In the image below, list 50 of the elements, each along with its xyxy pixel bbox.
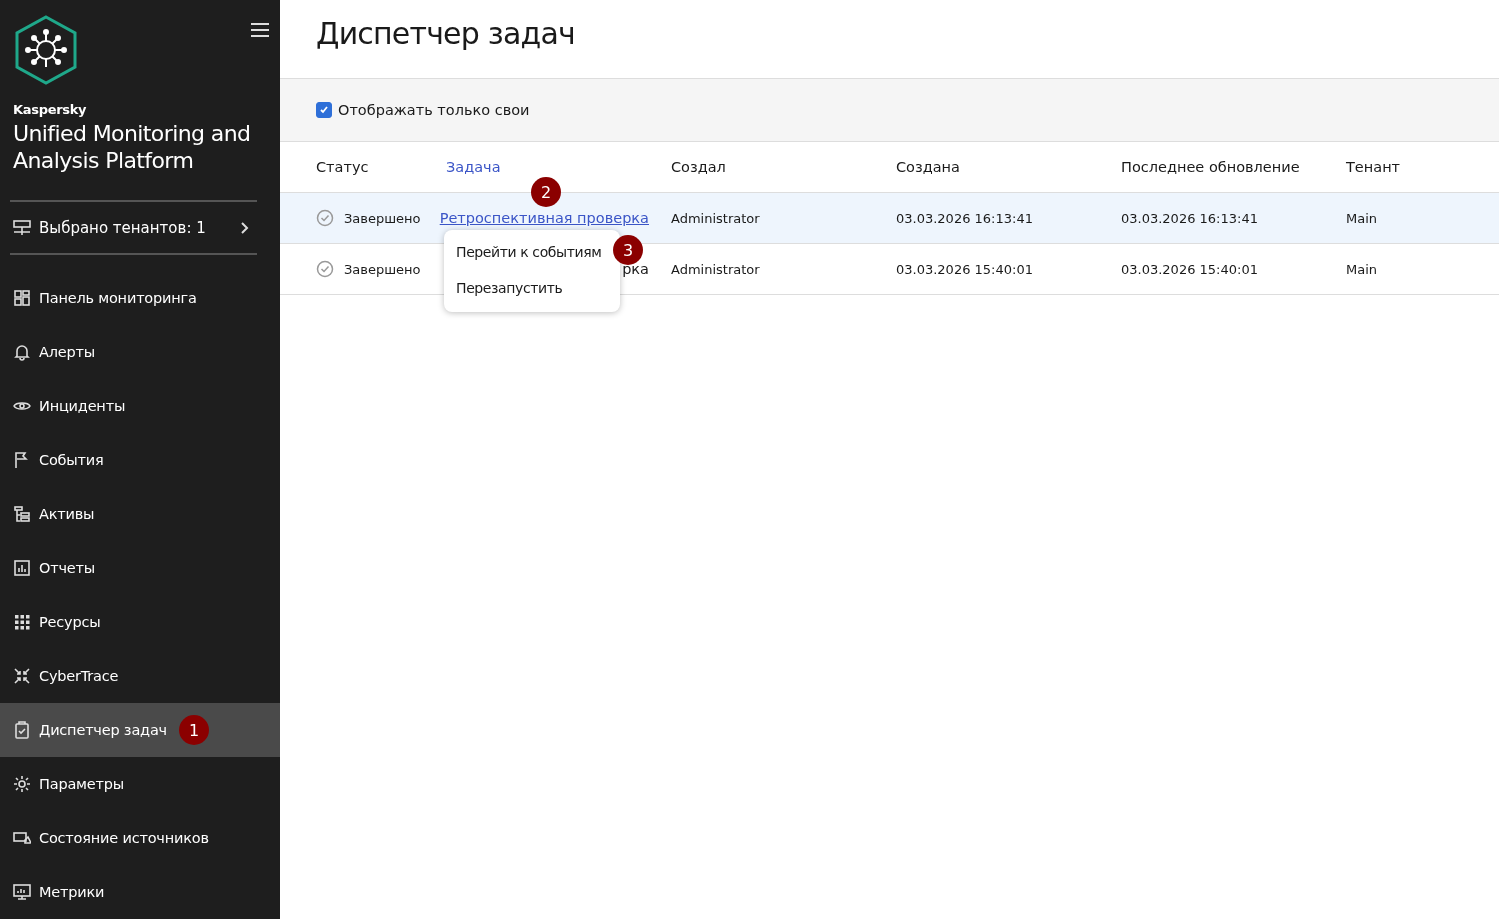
nav-item[interactable]: Метрики — [0, 865, 280, 919]
nav-item[interactable]: Параметры — [0, 757, 280, 811]
check-circle-icon — [316, 209, 334, 227]
clipboard-icon — [13, 721, 31, 739]
bell-icon — [13, 343, 31, 361]
creator-cell-text: Administrator — [671, 261, 761, 277]
updated-cell-text: 03.03.2026 16:13:41 — [1121, 210, 1259, 226]
created-cell-text: 03.03.2026 16:13:41 — [896, 210, 1034, 226]
column-header: Создал — [671, 159, 727, 175]
created-cell-text: 03.03.2026 15:40:01 — [896, 261, 1034, 277]
column-header[interactable]: Задача — [446, 159, 671, 175]
nav-item[interactable]: Состояние источников — [0, 811, 280, 865]
column-header: Тенант — [1346, 159, 1402, 175]
checkbox-label: Отображать только свои — [338, 102, 530, 118]
tenant-cell-text: Main — [1346, 261, 1379, 277]
flag-icon — [13, 451, 31, 469]
nav-item[interactable]: Активы — [0, 487, 280, 541]
column-header: Статус — [316, 159, 370, 175]
arrows-icon — [13, 667, 31, 685]
checkmark-icon — [319, 105, 329, 115]
nav-item[interactable]: Инциденты — [0, 379, 280, 433]
step-marker: 1 — [178, 715, 209, 745]
nav-item[interactable]: Диспетчер задач 1 — [0, 703, 280, 757]
logo-icon — [13, 14, 79, 86]
column-header: Создана — [896, 159, 961, 175]
status-text: Завершено — [344, 261, 421, 277]
task-link[interactable]: Ретроспективная проверка — [439, 210, 649, 226]
brand-name: Kaspersky — [13, 102, 88, 117]
chevron-right-icon — [240, 220, 250, 235]
product-name: Unified Monitoring and Analysis Platform — [13, 120, 252, 174]
nav-item[interactable]: Отчеты — [0, 541, 280, 595]
grid-icon — [13, 613, 31, 631]
nav-item[interactable]: Алерты — [0, 325, 280, 379]
updated-cell-text: 03.03.2026 15:40:01 — [1121, 261, 1259, 277]
tenant-cell-text: Main — [1346, 210, 1379, 226]
nav-item[interactable]: Панель мониторинга — [0, 271, 280, 325]
column-header: Последнее обновление — [1121, 159, 1301, 175]
tree-icon — [13, 505, 31, 523]
checkbox[interactable] — [316, 102, 332, 118]
dashboard-icon — [13, 289, 31, 307]
monitor-icon — [13, 883, 31, 901]
status-text: Завершено — [344, 210, 421, 226]
menu-icon[interactable] — [250, 22, 270, 38]
nav-item[interactable]: CyberTrace — [0, 649, 280, 703]
creator-cell-text: Administrator — [671, 210, 761, 226]
nav-item[interactable]: События — [0, 433, 280, 487]
tenant-selector[interactable]: Выбрано тенантов: 1 — [0, 202, 270, 254]
nav-item[interactable]: Ресурсы — [0, 595, 280, 649]
check-circle-icon — [316, 260, 334, 278]
report-icon — [13, 559, 31, 577]
